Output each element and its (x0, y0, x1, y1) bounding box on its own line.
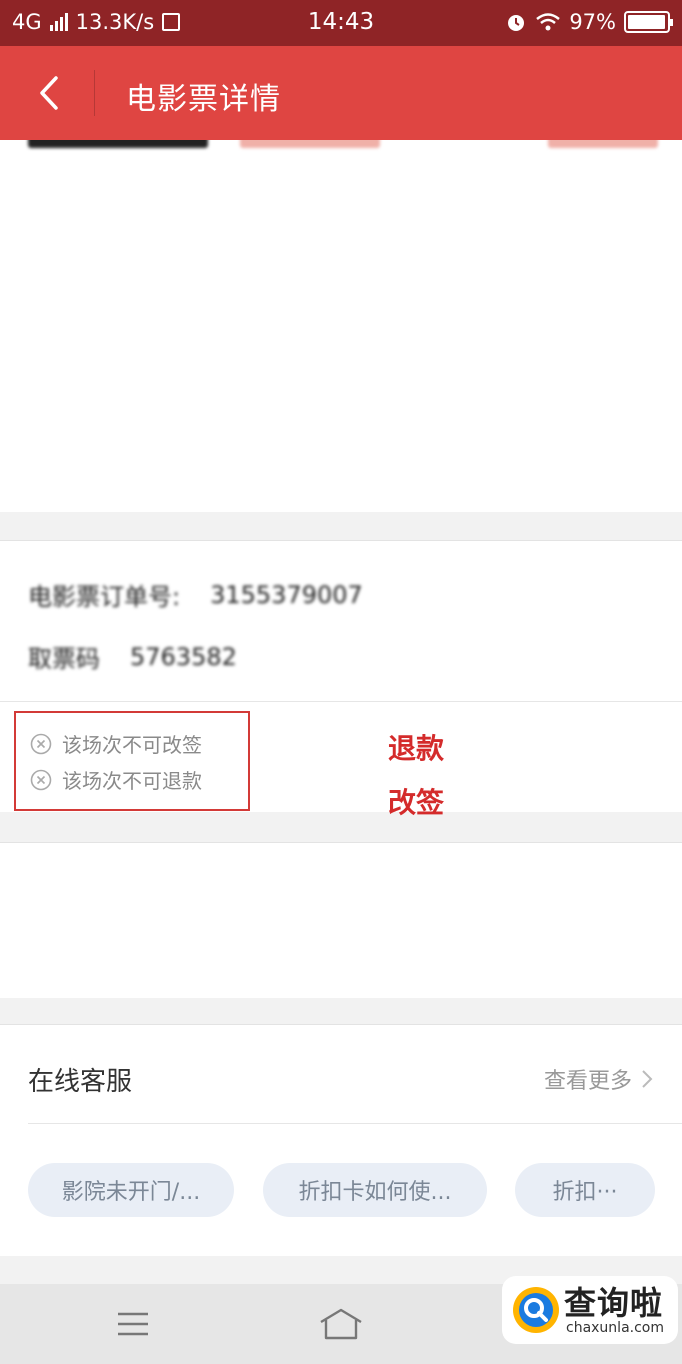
divider (28, 1123, 682, 1124)
home-icon[interactable] (318, 1306, 364, 1342)
pickup-code-label: 取票码 (28, 645, 100, 673)
divider (0, 701, 682, 702)
chevron-right-icon (642, 1070, 653, 1088)
obscured-text (28, 140, 208, 148)
battery-fill (628, 15, 665, 29)
obscured-text (240, 140, 380, 148)
ticket-number-row: 电影票订单号: 3155379007 (28, 577, 363, 612)
obscured-text (548, 140, 658, 148)
customer-service-title: 在线客服 (28, 1067, 133, 1097)
status-bar: 4G 13.3K/s 14:43 97% (0, 0, 682, 46)
close-circle-icon (30, 733, 52, 754)
pickup-code-value: 5763582 (130, 642, 237, 671)
pickup-code-row: 取票码 5763582 (28, 639, 237, 674)
faq-chip[interactable]: 折扣··· (515, 1163, 655, 1217)
navigation-bar: 电影票详情 (0, 46, 682, 140)
page-title: 电影票详情 (126, 82, 281, 117)
view-more-link[interactable]: 查看更多 (544, 1063, 654, 1095)
annotation-change: 改签 (388, 786, 445, 819)
watermark: 查询啦 chaxunla.com (502, 1276, 678, 1344)
annotation-refund: 退款 (388, 732, 445, 765)
faq-chip[interactable]: 影院未开门/... (28, 1163, 234, 1217)
ticket-number-value: 3155379007 (210, 580, 363, 609)
battery-icon (624, 11, 673, 33)
policy-text: 该场次不可改签 (62, 733, 202, 757)
ticket-number-label: 电影票订单号: (28, 583, 181, 611)
watermark-logo (513, 1287, 559, 1333)
close-circle-icon (30, 769, 52, 790)
customer-service-card: 在线客服 查看更多 影院未开门/... 折扣卡如何使... 折扣··· (0, 1024, 682, 1256)
policy-item-no-change: 该场次不可改签 (30, 729, 202, 758)
policy-text: 该场次不可退款 (62, 769, 202, 793)
nav-divider (94, 70, 95, 116)
policy-highlight-box: 该场次不可改签 该场次不可退款 (14, 711, 250, 811)
faq-chips: 影院未开门/... 折扣卡如何使... 折扣··· (28, 1163, 682, 1219)
faq-chip[interactable]: 折扣卡如何使... (263, 1163, 487, 1217)
policy-item-no-refund: 该场次不可退款 (30, 765, 202, 794)
blank-card (0, 842, 682, 998)
watermark-brand: 查询啦 (564, 1284, 664, 1322)
wifi-icon (536, 13, 561, 31)
watermark-url: chaxunla.com (566, 1320, 664, 1336)
ticket-card (0, 156, 682, 512)
battery-percent: 97% (569, 10, 616, 34)
alarm-icon (508, 15, 525, 31)
order-info-card: 电影票订单号: 3155379007 取票码 5763582 该场次不可改签 该… (0, 540, 682, 819)
menu-icon[interactable] (116, 1310, 150, 1338)
obscured-content-row (0, 140, 682, 156)
view-more-label: 查看更多 (543, 1069, 632, 1094)
back-arrow-icon[interactable] (28, 68, 72, 118)
